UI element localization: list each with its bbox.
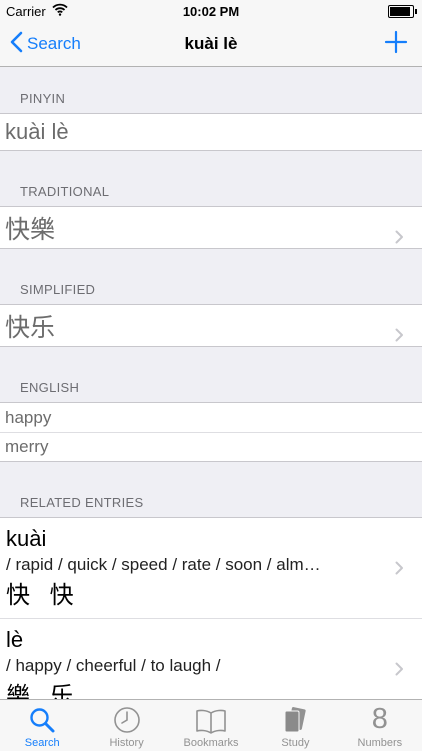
tab-label: Study: [281, 737, 310, 749]
clock-icon: [113, 700, 141, 734]
english-value: happy: [5, 407, 52, 427]
related-entry-pinyin: lè: [6, 627, 24, 652]
chevron-right-icon: [395, 221, 404, 250]
status-bar: Carrier 10:02 PM: [0, 0, 422, 22]
pinyin-value: kuài lè: [5, 119, 69, 144]
tab-bar: Search History Bookmarks Study 8 Numbers: [0, 699, 422, 751]
tab-bookmarks[interactable]: Bookmarks: [169, 700, 253, 751]
simplified-cell[interactable]: 快乐: [0, 304, 422, 347]
plus-icon: [384, 30, 408, 58]
section-header-related: RELATED ENTRIES: [20, 495, 144, 510]
book-icon: [195, 700, 227, 734]
clock-time: 10:02 PM: [182, 4, 240, 19]
english-item: happy: [0, 402, 422, 432]
related-entry-definition: / happy / cheerful / to laugh /: [6, 656, 221, 675]
english-value: merry: [5, 437, 49, 456]
tab-label: Search: [24, 737, 60, 749]
section-header-traditional: TRADITIONAL: [20, 184, 110, 199]
add-button[interactable]: [384, 30, 408, 59]
tab-search[interactable]: Search: [0, 700, 84, 751]
tab-label: Numbers: [357, 737, 403, 749]
cards-icon: [282, 700, 308, 734]
english-item: merry: [0, 432, 422, 462]
number-8-icon: 8: [372, 700, 388, 734]
related-entry-hanzi: 快 快: [6, 581, 80, 609]
search-icon: [28, 700, 56, 734]
traditional-value: 快樂: [5, 214, 56, 244]
simplified-value: 快乐: [5, 312, 56, 342]
numbers-glyph: 8: [371, 703, 388, 735]
chevron-right-icon: [395, 662, 404, 681]
tab-history[interactable]: History: [84, 700, 168, 751]
traditional-cell[interactable]: 快樂: [0, 206, 422, 249]
tab-study[interactable]: Study: [253, 700, 337, 751]
page-title: kuài lè: [184, 34, 238, 53]
tab-label: Bookmarks: [183, 737, 239, 749]
section-header-english: ENGLISH: [20, 380, 80, 395]
related-entry-hanzi: 樂 乐: [6, 682, 80, 699]
section-header-simplified: SIMPLIFIED: [20, 282, 96, 297]
related-entry[interactable]: lè / happy / cheerful / to laugh / 樂 乐: [0, 618, 422, 699]
entry-detail-list[interactable]: PINYIN kuài lè TRADITIONAL 快樂 SIMPLIFIED…: [0, 67, 422, 699]
related-entry-pinyin: kuài: [6, 526, 47, 551]
battery-icon: [388, 5, 417, 18]
related-entry-definition: / rapid / quick / speed / rate / soon / …: [6, 555, 321, 574]
pinyin-cell: kuài lè: [0, 113, 422, 151]
section-header-pinyin: PINYIN: [20, 91, 66, 106]
chevron-right-icon: [395, 319, 404, 348]
tab-label: History: [109, 737, 144, 749]
navigation-bar: Search kuài lè: [0, 22, 422, 67]
chevron-right-icon: [395, 561, 404, 580]
tab-numbers[interactable]: 8 Numbers: [338, 700, 422, 751]
related-entry[interactable]: kuài / rapid / quick / speed / rate / so…: [0, 517, 422, 618]
